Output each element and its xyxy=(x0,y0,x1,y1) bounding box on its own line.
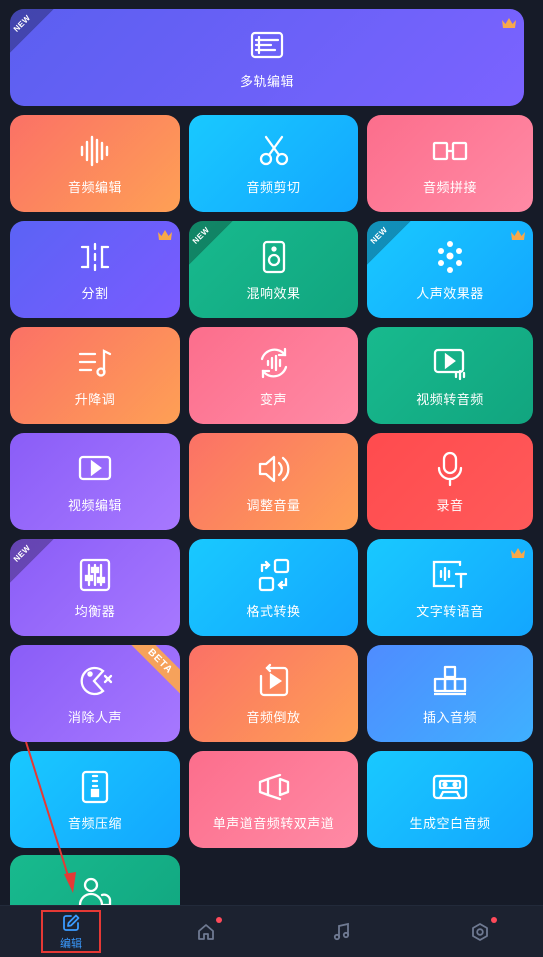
new-badge: NEW xyxy=(189,221,233,265)
new-badge: NEW xyxy=(10,9,54,53)
tile-reverb[interactable]: NEW 混响效果 xyxy=(189,221,358,318)
tile-label: 音频编辑 xyxy=(67,180,122,195)
tile-label: 音频压缩 xyxy=(67,816,122,831)
zip-icon xyxy=(75,767,115,807)
crown-icon xyxy=(511,230,525,240)
tile-audio-join[interactable]: 音频拼接 xyxy=(367,115,533,212)
voice-change-icon xyxy=(254,343,294,383)
multitrack-icon xyxy=(247,25,287,65)
tile-compress[interactable]: 音频压缩 xyxy=(10,751,180,848)
tile-label: 均衡器 xyxy=(74,604,116,619)
tile-label: 格式转换 xyxy=(246,604,301,619)
dots-effect-icon xyxy=(430,237,470,277)
tile-blank-audio[interactable]: 生成空白音频 xyxy=(367,751,533,848)
text-to-speech-icon xyxy=(430,555,470,595)
tile-split[interactable]: 分割 xyxy=(10,221,180,318)
crown-icon xyxy=(158,230,172,240)
nav-music[interactable] xyxy=(326,906,358,957)
pitch-icon xyxy=(75,343,115,383)
nav-home[interactable] xyxy=(190,906,222,957)
tile-label: 人声效果器 xyxy=(416,286,484,301)
tile-label: 生成空白音频 xyxy=(409,816,491,831)
remove-vocals-icon xyxy=(75,661,115,701)
cassette-icon xyxy=(430,767,470,807)
scissors-icon xyxy=(254,131,294,171)
tile-label: 音频剪切 xyxy=(246,180,301,195)
settings-icon xyxy=(472,922,488,941)
settings-notification-dot xyxy=(491,917,497,923)
new-badge: NEW xyxy=(10,539,54,583)
tile-label: 消除人声 xyxy=(67,710,122,725)
home-icon xyxy=(198,923,214,940)
tile-record[interactable]: 录音 xyxy=(367,433,533,530)
tile-video-edit[interactable]: 视频编辑 xyxy=(10,433,180,530)
tile-insert-audio[interactable]: 插入音频 xyxy=(367,645,533,742)
split-icon xyxy=(75,237,115,277)
tile-label: 视频转音频 xyxy=(416,392,484,407)
tile-video-to-audio[interactable]: 视频转音频 xyxy=(367,327,533,424)
tile-label: 变声 xyxy=(259,392,287,407)
tile-label: 录音 xyxy=(436,498,464,513)
reverse-play-icon xyxy=(254,661,294,701)
tile-label: 单声道音频转双声道 xyxy=(212,816,335,831)
nav-settings[interactable] xyxy=(464,906,496,957)
beta-badge: BETA xyxy=(124,645,180,698)
tile-label: 调整音量 xyxy=(246,498,301,513)
tile-mono-to-stereo[interactable]: 单声道音频转双声道 xyxy=(189,751,358,848)
tile-partial-user[interactable] xyxy=(10,855,180,905)
speaker-icon xyxy=(254,237,294,277)
tile-equalizer[interactable]: NEW 均衡器 xyxy=(10,539,180,636)
crown-icon xyxy=(511,548,525,558)
tile-audio-cut[interactable]: 音频剪切 xyxy=(189,115,358,212)
tile-label: 多轨编辑 xyxy=(239,74,294,89)
tile-reverse[interactable]: 音频倒放 xyxy=(189,645,358,742)
tile-text-to-speech[interactable]: 文字转语音 xyxy=(367,539,533,636)
video-icon xyxy=(75,449,115,489)
join-icon xyxy=(430,131,470,171)
waveform-icon xyxy=(75,131,115,171)
tile-audio-edit[interactable]: 音频编辑 xyxy=(10,115,180,212)
tile-label: 音频拼接 xyxy=(422,180,477,195)
tile-voice-effects[interactable]: NEW 人声效果器 xyxy=(367,221,533,318)
tile-volume[interactable]: 调整音量 xyxy=(189,433,358,530)
stereo-icon xyxy=(254,767,294,807)
volume-icon xyxy=(254,449,294,489)
insert-blocks-icon xyxy=(430,661,470,701)
user-icon xyxy=(75,873,115,905)
annotation-highlight-box xyxy=(41,910,101,953)
tile-remove-vocals[interactable]: BETA 消除人声 xyxy=(10,645,180,742)
tile-label: 混响效果 xyxy=(246,286,301,301)
tile-voice-change[interactable]: 变声 xyxy=(189,327,358,424)
tile-multitrack-edit[interactable]: NEW 多轨编辑 xyxy=(10,9,524,106)
new-badge: NEW xyxy=(367,221,411,265)
tile-format-convert[interactable]: 格式转换 xyxy=(189,539,358,636)
crown-icon xyxy=(502,18,516,28)
tile-label: 视频编辑 xyxy=(67,498,122,513)
music-note-icon xyxy=(333,922,350,940)
tile-pitch[interactable]: 升降调 xyxy=(10,327,180,424)
home-notification-dot xyxy=(216,917,222,923)
tile-label: 插入音频 xyxy=(422,710,477,725)
microphone-icon xyxy=(430,449,470,489)
tool-grid: NEW 多轨编辑 音频编辑 音频剪切 音频拼接 分割 NEW 混响效果 NEW … xyxy=(0,0,543,905)
convert-icon xyxy=(254,555,294,595)
equalizer-icon xyxy=(75,555,115,595)
video-to-audio-icon xyxy=(430,343,470,383)
tile-label: 分割 xyxy=(81,286,109,301)
tile-label: 升降调 xyxy=(74,392,116,407)
tile-label: 音频倒放 xyxy=(246,710,301,725)
tile-label: 文字转语音 xyxy=(416,604,484,619)
